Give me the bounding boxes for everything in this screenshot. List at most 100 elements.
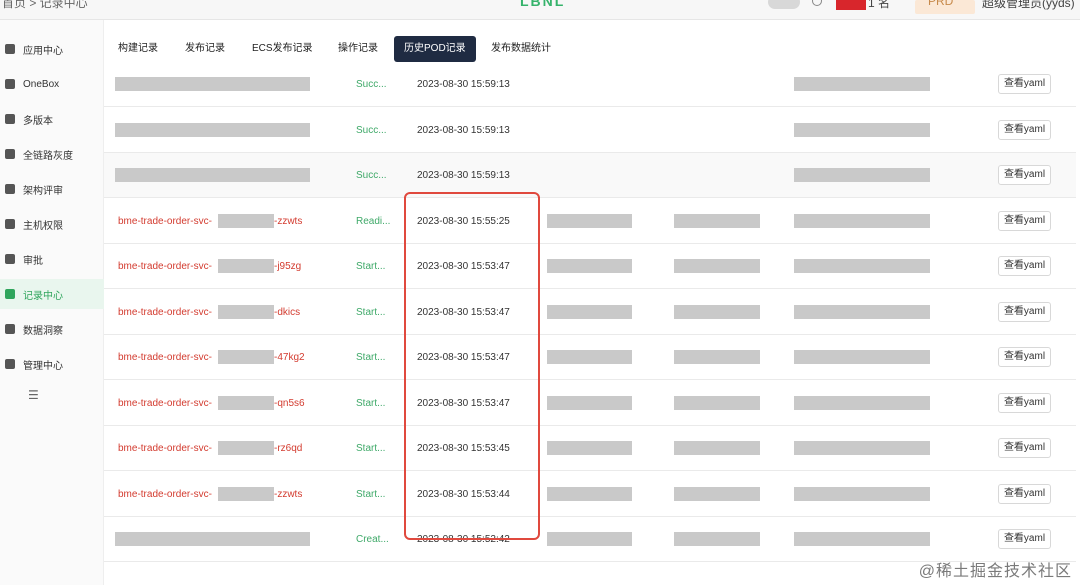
pod-name-prefix[interactable]: bme-trade-order-svc- — [118, 335, 212, 380]
sidebar-item[interactable]: 主机权限 — [0, 209, 104, 239]
tab[interactable]: 操作记录 — [328, 36, 388, 62]
pod-status: Start... — [356, 352, 386, 363]
pod-name-suffix[interactable]: -qn5s6 — [274, 381, 305, 426]
pod-time: 2023-08-30 15:55:25 — [417, 216, 510, 227]
tab[interactable]: 发布数据统计 — [481, 36, 561, 62]
redacted-block — [674, 214, 760, 228]
sidebar-item-label: 管理中心 — [23, 360, 63, 372]
sidebar-item-label: 多版本 — [23, 115, 53, 127]
sidebar-item[interactable]: OneBox — [0, 69, 104, 99]
sidebar-item[interactable]: 数据洞察 — [0, 314, 104, 344]
redacted-block — [115, 532, 310, 546]
view-yaml-button[interactable]: 查看yaml — [998, 74, 1051, 94]
pod-name-suffix[interactable]: -zzwts — [274, 472, 302, 517]
table-row: Succ... 2023-08-30 15:59:13 查看yaml — [104, 62, 1076, 107]
redacted-block — [674, 350, 760, 364]
tab[interactable]: ECS发布记录 — [242, 36, 323, 62]
pod-name-suffix[interactable]: -dkics — [274, 290, 300, 335]
pod-status: Succ... — [356, 170, 387, 181]
table-row: bme-trade-order-svc- -47kg2 Start... 2023-0… — [104, 335, 1076, 380]
redacted-block — [547, 532, 632, 546]
redacted-block — [218, 396, 274, 410]
view-yaml-button[interactable]: 查看yaml — [998, 302, 1051, 322]
approve-icon — [5, 254, 15, 264]
pod-time: 2023-08-30 15:53:47 — [417, 398, 510, 409]
view-yaml-button[interactable]: 查看yaml — [998, 393, 1051, 413]
redacted-block — [674, 305, 760, 319]
tab[interactable]: 发布记录 — [175, 36, 235, 62]
sidebar-item[interactable]: 应用中心 — [0, 34, 104, 64]
view-yaml-button[interactable]: 查看yaml — [998, 120, 1051, 140]
help-icon[interactable] — [812, 0, 822, 6]
user-menu[interactable]: 超级管理员(yyds) — [982, 0, 1075, 11]
table-row: bme-trade-order-svc- -j95zg Start... 2023-0… — [104, 244, 1076, 289]
redacted-block — [674, 487, 760, 501]
redacted-block — [794, 396, 930, 410]
pod-name-prefix[interactable]: bme-trade-order-svc- — [118, 472, 212, 517]
toggle-pill[interactable] — [768, 0, 800, 9]
pod-name-prefix[interactable]: bme-trade-order-svc- — [118, 381, 212, 426]
collapse-menu-icon[interactable]: ☰ — [28, 388, 39, 402]
view-yaml-button[interactable]: 查看yaml — [998, 484, 1051, 504]
view-yaml-button[interactable]: 查看yaml — [998, 347, 1051, 367]
redacted-block — [794, 77, 930, 91]
view-yaml-button[interactable]: 查看yaml — [998, 256, 1051, 276]
sidebar-item[interactable]: 架构评审 — [0, 174, 104, 204]
redacted-block — [674, 396, 760, 410]
pod-status: Readi... — [356, 216, 391, 227]
pod-status: Start... — [356, 489, 386, 500]
pod-status: Start... — [356, 307, 386, 318]
redacted-block — [218, 350, 274, 364]
brand-logo: LBNL — [520, 0, 566, 9]
pod-name-suffix[interactable]: -rz6qd — [274, 426, 302, 471]
table-row: bme-trade-order-svc- -zzwts Readi... 2023-0… — [104, 199, 1076, 244]
pod-name-suffix[interactable]: -j95zg — [274, 244, 301, 289]
sidebar-item[interactable]: 审批 — [0, 244, 104, 274]
redacted-block — [218, 487, 274, 501]
pod-time: 2023-08-30 15:53:47 — [417, 352, 510, 363]
admin-icon — [5, 359, 15, 369]
view-yaml-button[interactable]: 查看yaml — [998, 211, 1051, 231]
sidebar-item-label: 架构评审 — [23, 185, 63, 197]
pod-time: 2023-08-30 15:59:13 — [417, 125, 510, 136]
view-yaml-button[interactable]: 查看yaml — [998, 165, 1051, 185]
host-icon — [5, 219, 15, 229]
pod-time: 2023-08-30 15:59:13 — [417, 79, 510, 90]
sidebar-item[interactable]: 记录中心 — [0, 279, 104, 309]
pod-status: Succ... — [356, 79, 387, 90]
redacted-block — [794, 441, 930, 455]
redacted-block — [218, 441, 274, 455]
sidebar-item[interactable]: 管理中心 — [0, 349, 104, 379]
redacted-block — [794, 305, 930, 319]
sidebar: 应用中心 OneBox 多版本全链路灰度架构评审主机权限审批记录中心数据洞察管理中心… — [0, 20, 104, 585]
tab[interactable]: 构建记录 — [108, 36, 168, 62]
redacted-block — [547, 259, 632, 273]
pod-name-prefix[interactable]: bme-trade-order-svc- — [118, 426, 212, 471]
app-grid-icon — [5, 44, 15, 54]
table-row: bme-trade-order-svc- -dkics Start... 2023-0… — [104, 290, 1076, 335]
pod-status: Creat... — [356, 534, 389, 545]
pod-name-prefix[interactable]: bme-trade-order-svc- — [118, 199, 212, 244]
header-badge: 1 名 — [868, 0, 891, 10]
view-yaml-button[interactable]: 查看yaml — [998, 438, 1051, 458]
sidebar-item-label: 主机权限 — [23, 220, 63, 232]
redacted-block — [794, 487, 930, 501]
view-yaml-button[interactable]: 查看yaml — [998, 529, 1051, 549]
pod-name-suffix[interactable]: -47kg2 — [274, 335, 305, 380]
redacted-block — [794, 259, 930, 273]
redacted-block — [547, 396, 632, 410]
pod-time: 2023-08-30 15:52:42 — [417, 534, 510, 545]
env-badge[interactable]: PRD — [928, 0, 953, 8]
sidebar-item[interactable]: 多版本 — [0, 104, 104, 134]
redacted-block — [547, 350, 632, 364]
records-icon — [5, 289, 15, 299]
pod-name-suffix[interactable]: -zzwts — [274, 199, 302, 244]
pod-name-prefix[interactable]: bme-trade-order-svc- — [118, 290, 212, 335]
sidebar-item[interactable]: 全链路灰度 — [0, 139, 104, 169]
pod-status: Start... — [356, 443, 386, 454]
pod-name-prefix[interactable]: bme-trade-order-svc- — [118, 244, 212, 289]
table-row: Succ... 2023-08-30 15:59:13 查看yaml — [104, 153, 1076, 198]
redacted-block — [547, 305, 632, 319]
pod-time: 2023-08-30 15:53:44 — [417, 489, 510, 500]
tab[interactable]: 历史POD记录 — [394, 36, 476, 62]
